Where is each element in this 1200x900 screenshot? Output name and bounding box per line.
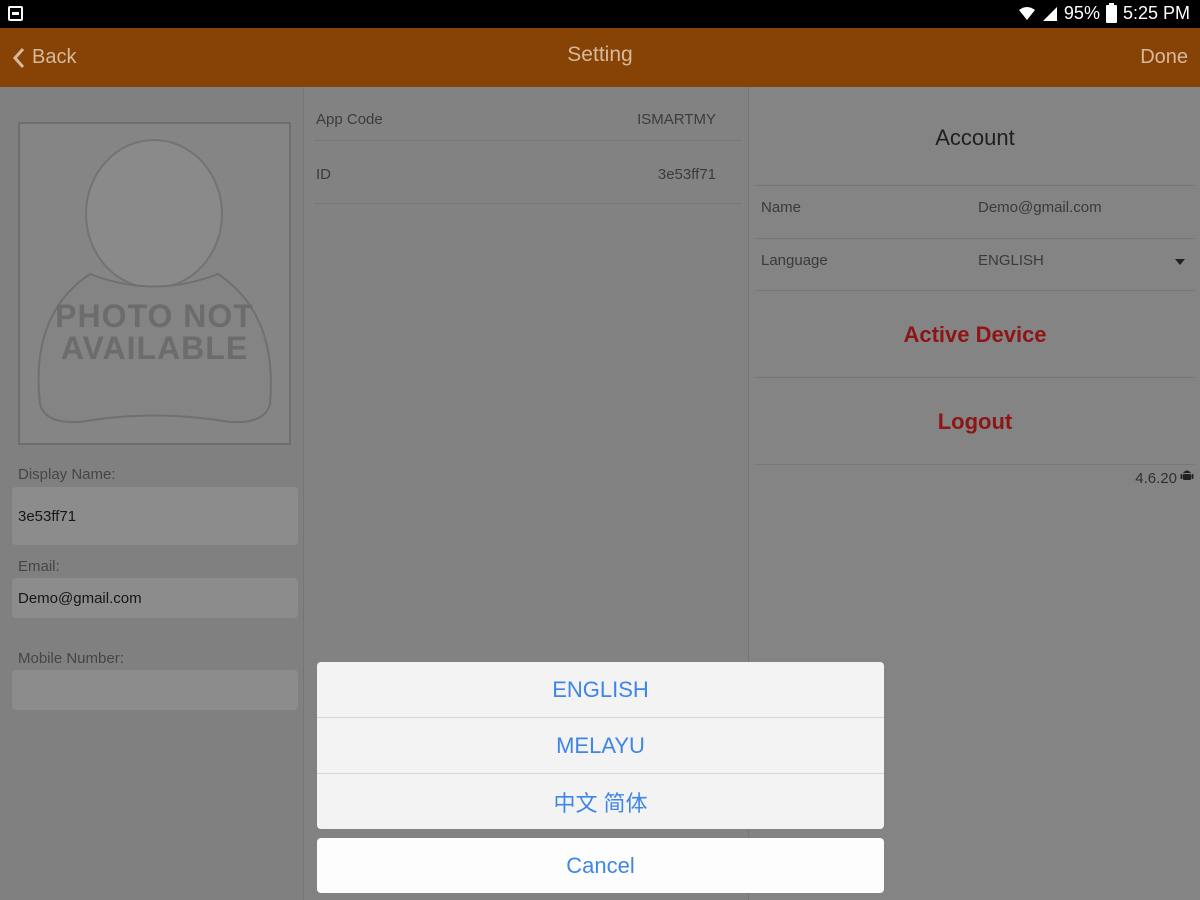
mobile-field[interactable] <box>12 670 298 710</box>
email-value: Demo@gmail.com <box>18 589 142 607</box>
account-name-value: Demo@gmail.com <box>978 199 1102 216</box>
display-name-value: 3e53ff71 <box>18 507 77 525</box>
clock: 5:25 PM <box>1122 3 1190 23</box>
app-header: Back Setting Done <box>0 28 1200 87</box>
language-action-sheet: ENGLISH MELAYU 中文 简体 Cancel <box>317 662 884 893</box>
wifi-icon <box>1018 6 1035 20</box>
language-option-melayu[interactable]: MELAYU <box>317 718 884 774</box>
id-label: ID <box>316 166 331 183</box>
display-name-label: Display Name: <box>18 466 116 483</box>
email-field[interactable]: Demo@gmail.com <box>12 578 298 618</box>
language-label: Language <box>761 252 828 269</box>
display-name-field[interactable]: 3e53ff71 <box>12 487 298 545</box>
active-device-button[interactable]: Active Device <box>755 290 1195 378</box>
dropdown-caret-icon <box>1175 259 1185 265</box>
logout-button[interactable]: Logout <box>755 377 1195 465</box>
account-name-label: Name <box>761 199 802 216</box>
id-value: 3e53ff71 <box>657 166 716 183</box>
language-options: ENGLISH MELAYU 中文 简体 <box>317 662 884 829</box>
avatar-silhouette-icon <box>37 139 272 424</box>
signal-icon <box>1042 6 1057 21</box>
language-row[interactable]: Language ENGLISH <box>755 238 1195 291</box>
status-bar-right: 95% 5:25 PM <box>1018 2 1190 24</box>
id-row: ID 3e53ff71 <box>314 150 742 204</box>
language-option-english[interactable]: ENGLISH <box>317 662 884 718</box>
cancel-button[interactable]: Cancel <box>317 838 884 893</box>
profile-panel: PHOTO NOT AVAILABLE Display Name: 3e53ff… <box>0 87 303 900</box>
notification-icon <box>8 6 23 21</box>
language-option-chinese[interactable]: 中文 简体 <box>317 774 884 829</box>
app-code-label: App Code <box>316 111 383 128</box>
android-icon <box>1180 470 1194 480</box>
status-bar: 95% 5:25 PM <box>0 0 1200 28</box>
page-title: Setting <box>567 43 633 66</box>
account-name-row: Name Demo@gmail.com <box>755 185 1195 238</box>
app-version: 4.6.20 <box>1135 470 1177 487</box>
done-button[interactable]: Done <box>1140 28 1188 87</box>
app-code-row: App Code ISMARTMY <box>314 87 742 141</box>
mobile-label: Mobile Number: <box>18 650 124 667</box>
profile-photo[interactable]: PHOTO NOT AVAILABLE <box>18 122 291 445</box>
battery-icon <box>1105 2 1117 23</box>
photo-placeholder-text: PHOTO NOT AVAILABLE <box>55 298 254 366</box>
divider <box>755 464 1195 465</box>
account-title: Account <box>935 125 1015 150</box>
battery-percent: 95% <box>1063 3 1100 23</box>
language-value: ENGLISH <box>978 252 1044 269</box>
email-label: Email: <box>18 558 60 575</box>
app-code-value: ISMARTMY <box>637 111 716 128</box>
